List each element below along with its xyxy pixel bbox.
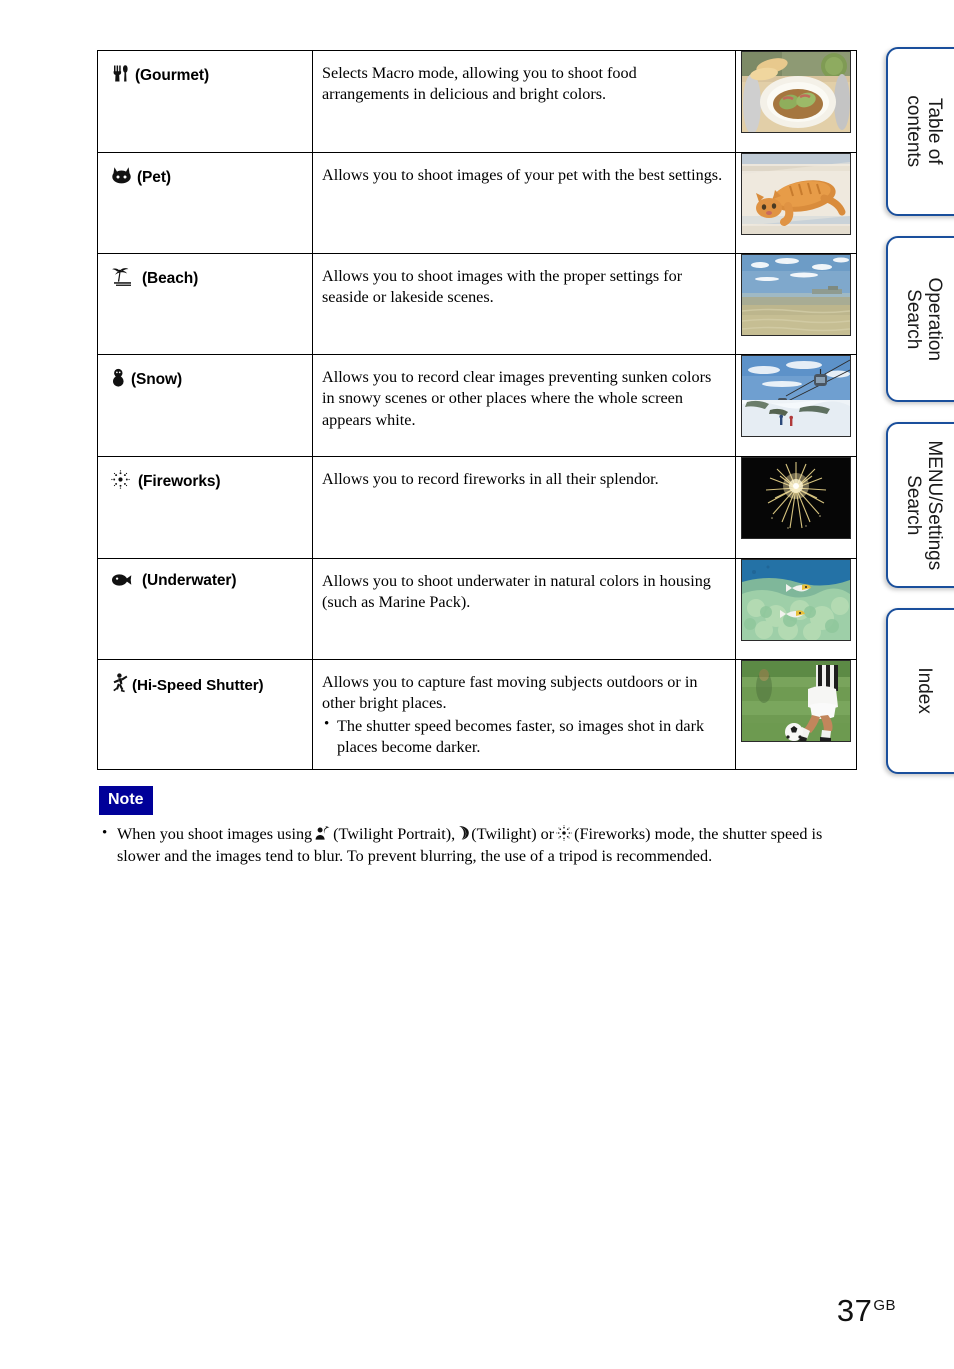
mode-cell: (Underwater) (97, 558, 313, 660)
description-bullet-list: The shutter speed becomes faster, so ima… (322, 715, 723, 759)
mode-cell: (Snow) (97, 354, 313, 457)
mode-label-wrapper: (Pet) (98, 153, 312, 197)
mode-label-wrapper: (Fireworks) (98, 457, 312, 501)
photo-cell (735, 253, 857, 355)
description-cell: Allows you to shoot images with the prop… (312, 253, 736, 355)
description-cell: Selects Macro mode, allowing you to shoo… (312, 50, 736, 153)
page-region-code: GB (873, 1297, 896, 1314)
photo-cell (735, 659, 857, 770)
sidebar-tab-index[interactable]: Index (886, 608, 954, 774)
soccer-player-photo (741, 660, 851, 742)
description-text: Selects Macro mode, allowing you to shoo… (322, 64, 637, 104)
scene-selection-table: (Gourmet) Selects Macro mode, allowing y… (97, 50, 857, 770)
description-text-wrapper: Allows you to record clear images preven… (313, 355, 735, 441)
sidebar-tab-label: Index (913, 667, 935, 715)
note-badge: Note (99, 786, 153, 815)
photo-cell (735, 50, 857, 153)
mode-label: (Fireworks) (138, 473, 221, 490)
description-cell: Allows you to shoot images of your pet w… (312, 152, 736, 254)
sidebar-tab-label: Table of contents (902, 95, 946, 168)
description-cell: Allows you to record clear images preven… (312, 354, 736, 457)
sidebar-tab-menu-settings-search[interactable]: MENU/Settings Search (886, 422, 954, 588)
cat-face-icon (111, 166, 132, 185)
mode-label-wrapper: (Hi-Speed Shutter) (98, 660, 312, 704)
fork-knife-icon (111, 64, 130, 83)
fireworks-burst-icon (556, 825, 572, 841)
mode-label: (Gourmet) (135, 67, 210, 84)
twilight-moon-icon (457, 825, 470, 841)
description-text-wrapper: Allows you to capture fast moving subjec… (313, 660, 735, 769)
description-text: Allows you to shoot images of your pet w… (322, 166, 723, 184)
fireworks-night-photo (741, 457, 851, 539)
note-block: Note When you shoot images using (Twiligh… (99, 786, 859, 867)
mode-label-wrapper: (Snow) (98, 355, 312, 399)
description-cell: Allows you to capture fast moving subjec… (312, 659, 736, 770)
mode-cell: (Fireworks) (97, 456, 313, 559)
page-number: 37GB (837, 1293, 896, 1329)
running-person-icon (111, 673, 128, 693)
mode-label-wrapper: (Gourmet) (98, 51, 312, 95)
table-row: (Snow) Allows you to record clear images… (97, 354, 857, 457)
description-text: Allows you to record fireworks in all th… (322, 470, 659, 488)
mode-label-wrapper: (Underwater) (98, 559, 312, 600)
mode-label: (Snow) (131, 371, 183, 388)
mode-label: (Hi-Speed Shutter) (132, 677, 264, 694)
page-number-value: 37 (836, 1293, 873, 1328)
mode-cell: (Gourmet) (97, 50, 313, 153)
table-row: (Pet) Allows you to shoot images of your… (97, 152, 857, 254)
description-cell: Allows you to record fireworks in all th… (312, 456, 736, 559)
description-text: Allows you to shoot underwater in natura… (322, 572, 711, 612)
photo-cell (735, 558, 857, 660)
mode-label: (Underwater) (142, 572, 237, 589)
photo-cell (735, 456, 857, 559)
snowy-ski-slope-photo (741, 355, 851, 437)
description-cell: Allows you to shoot underwater in natura… (312, 558, 736, 660)
description-text-wrapper: Allows you to shoot underwater in natura… (313, 559, 735, 624)
table-row: (Fireworks) Allows you to record firewor… (97, 456, 857, 559)
mode-label: (Pet) (137, 169, 171, 186)
mode-cell: (Pet) (97, 152, 313, 254)
sidebar-tab-label: MENU/Settings Search (903, 440, 946, 570)
sidebar-tab-label: Operation Search (903, 277, 946, 361)
table-row: (Hi-Speed Shutter) Allows you to capture… (97, 659, 857, 770)
mode-label: (Beach) (142, 270, 199, 287)
note-text-part-3: (Twilight) or (471, 825, 555, 843)
twilight-portrait-icon (314, 825, 331, 841)
note-text-part-1: When you shoot images using (117, 825, 313, 843)
description-text-wrapper: Allows you to shoot images with the prop… (313, 254, 735, 319)
mode-label-wrapper: (Beach) (98, 254, 312, 298)
table-row: (Underwater) Allows you to shoot underwa… (97, 558, 857, 660)
description-text-wrapper: Allows you to shoot images of your pet w… (313, 153, 735, 196)
photo-cell (735, 152, 857, 254)
note-text-part-2: (Twilight Portrait), (333, 825, 456, 843)
sidebar-tab-table-of-contents[interactable]: Table of contents (886, 47, 954, 216)
palm-tree-icon (111, 267, 133, 286)
description-text-wrapper: Selects Macro mode, allowing you to shoo… (313, 51, 735, 116)
note-text: When you shoot images using (Twilight Por… (99, 823, 859, 867)
photo-cell (735, 354, 857, 457)
fish-icon (111, 572, 133, 588)
mode-cell: (Hi-Speed Shutter) (97, 659, 313, 770)
beach-seascape-photo (741, 254, 851, 336)
coral-reef-fish-photo (741, 559, 851, 641)
orange-cat-photo (741, 153, 851, 235)
food-plate-photo (741, 51, 851, 133)
description-text: Allows you to capture fast moving subjec… (322, 673, 698, 713)
mode-cell: (Beach) (97, 253, 313, 355)
description-bullet: The shutter speed becomes faster, so ima… (322, 715, 723, 759)
table-row: (Gourmet) Selects Macro mode, allowing y… (97, 50, 857, 153)
description-text: Allows you to shoot images with the prop… (322, 267, 683, 307)
sidebar-tab-operation-search[interactable]: Operation Search (886, 236, 954, 402)
side-tab-strip: Table of contents Operation Search MENU/… (880, 0, 954, 1369)
fireworks-burst-icon (111, 470, 130, 489)
table-body: (Gourmet) Selects Macro mode, allowing y… (97, 50, 857, 770)
description-text: Allows you to record clear images preven… (322, 368, 712, 429)
snowman-icon (111, 368, 126, 387)
description-text-wrapper: Allows you to record fireworks in all th… (313, 457, 735, 500)
table-row: (Beach) Allows you to shoot images with … (97, 253, 857, 355)
